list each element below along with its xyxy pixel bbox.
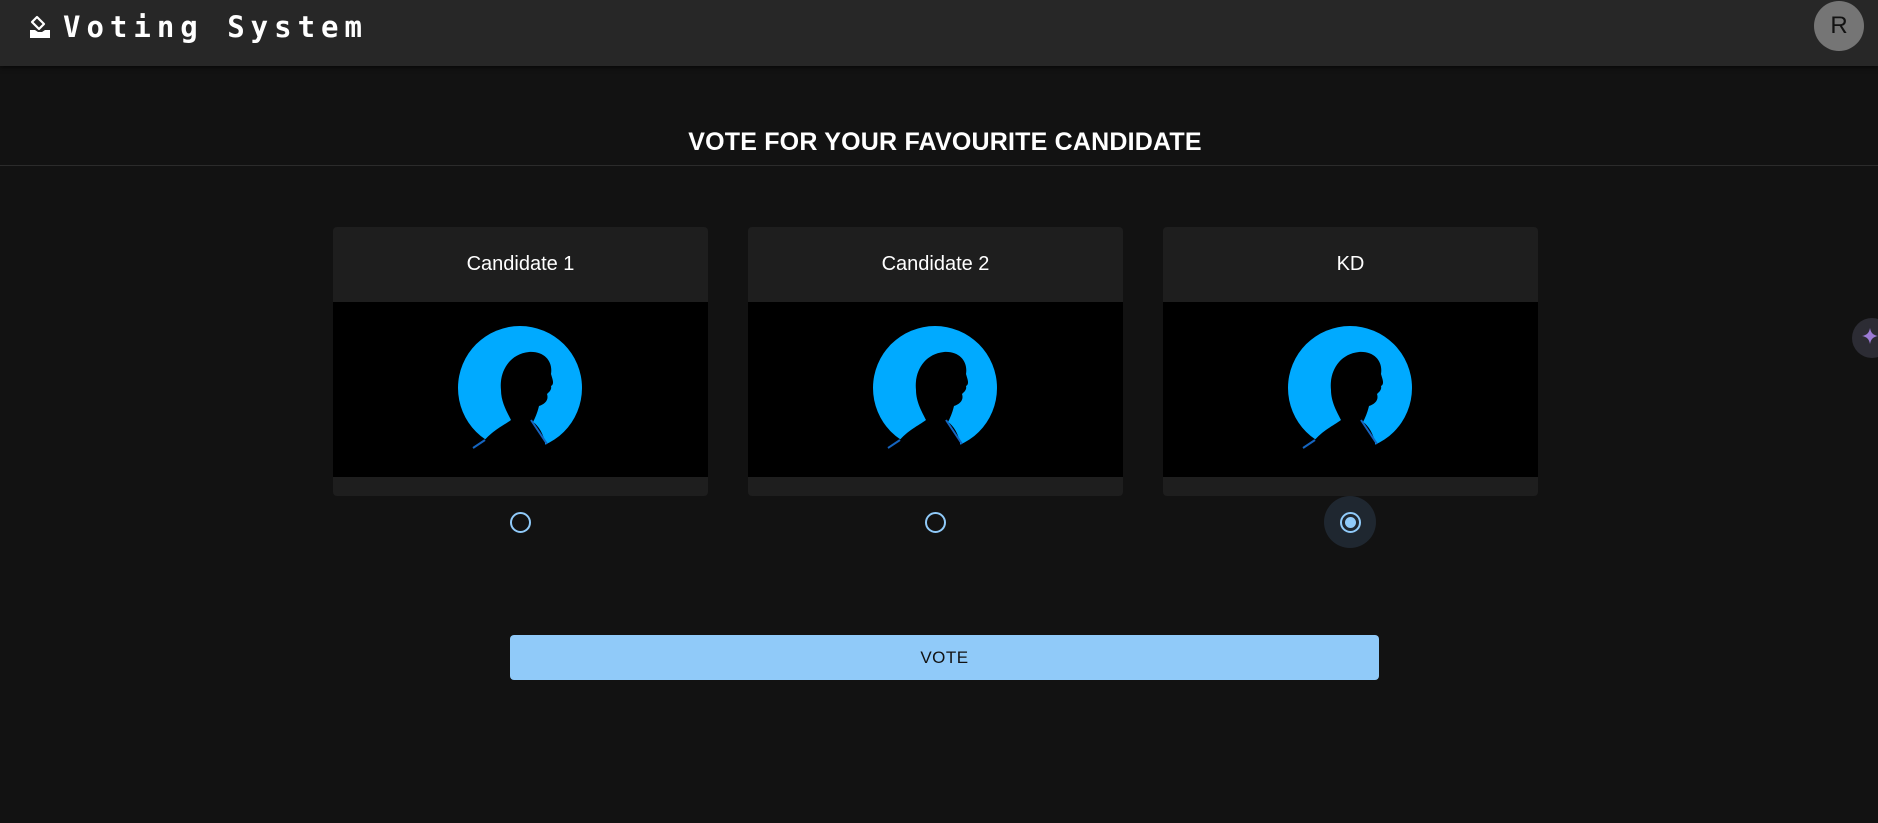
ballot-box-icon [27,14,53,40]
candidate-image [748,302,1123,477]
person-silhouette-icon [458,326,582,450]
candidate-card-1: Candidate 1 [333,227,708,496]
candidate-radio-3[interactable] [1324,496,1376,548]
sparkle-icon [1861,327,1878,350]
page-title: VOTE FOR YOUR FAVOURITE CANDIDATE [688,128,1202,156]
radio-circle [924,511,946,533]
divider [0,165,1878,166]
app-title: Voting System [63,10,368,44]
radio-circle [509,511,531,533]
candidate-radio-2[interactable] [915,502,955,542]
candidate-card-3: KD [1163,227,1538,496]
candidate-radio-1[interactable] [500,502,540,542]
candidate-name: Candidate 1 [466,253,575,275]
vote-button[interactable]: VOTE [510,635,1379,680]
brand[interactable]: Voting System [27,10,368,44]
radio-selected-dot [1344,516,1356,528]
app-bar: Voting System R [0,0,1878,66]
candidate-image [333,302,708,477]
candidate-image [1163,302,1538,477]
candidate-card-2: Candidate 2 [748,227,1123,496]
assistant-toggle[interactable] [1852,318,1878,358]
candidate-name: Candidate 2 [881,253,990,275]
avatar[interactable]: R [1814,1,1864,51]
person-silhouette-icon [873,326,997,450]
person-silhouette-icon [1288,326,1412,450]
candidate-name: KD [1336,253,1365,275]
radio-circle [1339,511,1361,533]
